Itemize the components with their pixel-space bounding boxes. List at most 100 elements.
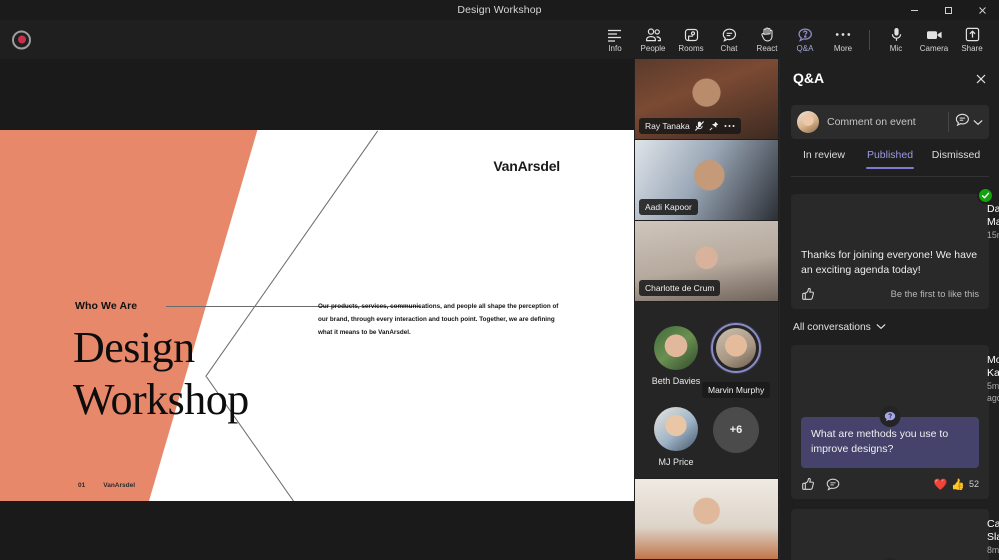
- tab-dismissed[interactable]: Dismissed: [923, 149, 989, 168]
- title-bar: Design Workshop: [0, 0, 999, 20]
- tab-published[interactable]: Published: [857, 149, 923, 169]
- rooms-icon: [684, 26, 699, 43]
- card-meta: Daniela Mandera 15m ago: [987, 203, 999, 241]
- card-actions: Be the first to like this: [801, 287, 979, 301]
- active-speaker-label: Marvin Murphy: [702, 382, 771, 398]
- toolbar-button-camera[interactable]: Camera: [915, 20, 953, 59]
- card-header: Mona Kane 5m ago: [801, 354, 999, 404]
- chat-bubble-icon: [722, 26, 737, 43]
- slide-footer: 01 VanArsdel: [78, 482, 135, 489]
- share-up-arrow-icon: [965, 26, 980, 43]
- mic-muted-icon: [694, 121, 704, 131]
- compose-bubble-icon: [955, 113, 970, 132]
- overflow-participants-badge[interactable]: +6: [713, 407, 759, 453]
- toolbar-button-people[interactable]: People: [634, 20, 672, 59]
- avatar: [797, 111, 819, 133]
- reply-bubble-icon[interactable]: [826, 478, 840, 491]
- toolbar-button-share[interactable]: Share: [953, 20, 991, 59]
- avatar-label-mj-price: MJ Price: [658, 457, 694, 467]
- video-tile-charlotte-de-crum[interactable]: Charlotte de Crum: [635, 221, 778, 301]
- video-tile-aadi-kapoor[interactable]: Aadi Kapoor: [635, 140, 778, 220]
- teams-meeting-window: Design Workshop Info People Rooms Chat R…: [0, 0, 999, 560]
- maximize-icon[interactable]: [931, 0, 965, 20]
- meeting-stage: VanArsdel Who We Are Design Workshop Our…: [0, 59, 634, 560]
- qa-icon: [797, 26, 813, 43]
- thumbs-up-outline-icon[interactable]: [801, 287, 815, 301]
- participant-name: Aadi Kapoor: [645, 202, 692, 212]
- info-lines-icon: [607, 26, 623, 43]
- slide-body-text: Our products, services, communications, …: [318, 303, 559, 336]
- video-tile-bottom[interactable]: [635, 479, 778, 559]
- avatar-grid-tile: Beth Davies Marvin Murphy MJ Price +6: [635, 302, 778, 478]
- toolbar-label-react: React: [756, 44, 778, 53]
- toolbar-label-more: More: [833, 44, 853, 53]
- composer-divider: [948, 112, 949, 132]
- avatar[interactable]: [654, 407, 698, 451]
- avatar[interactable]: [716, 328, 756, 368]
- timestamp: 5m ago: [987, 381, 999, 403]
- question-bubble: What are methods you use to improve desi…: [801, 406, 979, 468]
- toolbar-label-mic: Mic: [889, 44, 903, 53]
- video-nameplate: Ray Tanaka: [639, 118, 741, 134]
- toolbar-label-rooms: Rooms: [678, 44, 704, 53]
- author-name: Daniela Mandera: [987, 203, 999, 228]
- slide-kicker: Who We Are: [75, 300, 138, 312]
- participant-name: Ray Tanaka: [645, 121, 690, 131]
- toolbar-button-info[interactable]: Info: [596, 20, 634, 59]
- like-hint: Be the first to like this: [890, 289, 979, 299]
- qa-announcement-card[interactable]: Daniela Mandera 15m ago Thanks for joini…: [791, 187, 999, 309]
- thumbs-up-outline-icon[interactable]: [801, 477, 815, 491]
- toolbar-button-mic[interactable]: Mic: [877, 20, 915, 59]
- author-name: Mona Kane: [987, 354, 999, 379]
- camera-icon: [926, 26, 943, 43]
- video-nameplate: Charlotte de Crum: [639, 280, 721, 296]
- author-name: Carlos Slattery: [987, 518, 999, 543]
- avatar[interactable]: [654, 326, 698, 370]
- qa-composer-placeholder: Comment on event: [827, 116, 916, 128]
- toolbar-button-chat[interactable]: Chat: [710, 20, 748, 59]
- participant-more-icon[interactable]: [724, 124, 735, 128]
- qa-question-card-mona-kane[interactable]: Mona Kane 5m ago: [791, 345, 999, 499]
- minimize-icon[interactable]: [897, 0, 931, 20]
- qa-question-card-carlos-slattery[interactable]: Carlos Slattery 8m ago: [791, 509, 999, 560]
- qa-tabs: In review Published Dismissed: [791, 149, 989, 177]
- qa-panel-header: Q&A: [780, 59, 999, 97]
- toolbar-button-react[interactable]: React: [748, 20, 786, 59]
- reaction-summary[interactable]: ❤️ 👍 52: [934, 478, 979, 491]
- timestamp: 15m ago: [987, 230, 999, 240]
- qa-composer[interactable]: Comment on event: [791, 105, 989, 139]
- meeting-toolbar: Info People Rooms Chat React Q&A More Mi…: [0, 20, 999, 59]
- reaction-thumbsup: 👍: [951, 478, 965, 491]
- card-actions: ❤️ 👍 52: [801, 477, 979, 491]
- tab-in-review[interactable]: In review: [791, 149, 857, 168]
- chevron-down-icon: [876, 322, 886, 333]
- window-controls: [897, 0, 999, 20]
- card-meta: Mona Kane 5m ago: [987, 354, 999, 404]
- toolbar-actions: Info People Rooms Chat React Q&A More Mi…: [596, 20, 991, 59]
- qa-conversation-list[interactable]: Daniela Mandera 15m ago Thanks for joini…: [780, 184, 999, 560]
- shared-slide[interactable]: VanArsdel Who We Are Design Workshop Our…: [0, 130, 634, 501]
- qa-composer-compose-button[interactable]: [955, 113, 983, 132]
- toolbar-button-more[interactable]: More: [824, 20, 862, 59]
- reaction-heart: ❤️: [933, 478, 948, 491]
- card-meta: Carlos Slattery 8m ago: [987, 518, 999, 556]
- question-text: What are methods you use to improve desi…: [811, 428, 949, 455]
- close-icon[interactable]: [972, 70, 990, 88]
- qa-conversation-filter[interactable]: All conversations: [793, 322, 886, 333]
- card-header: Daniela Mandera 15m ago: [801, 203, 999, 241]
- video-nameplate: Aadi Kapoor: [639, 199, 698, 215]
- video-feed: [635, 479, 778, 559]
- toolbar-button-qa[interactable]: Q&A: [786, 20, 824, 59]
- participant-rail: Ray Tanaka Aadi Kapoor Charlotte de Crum…: [634, 59, 779, 560]
- toolbar-label-info: Info: [608, 44, 622, 53]
- toolbar-label-people: People: [640, 44, 666, 53]
- video-tile-ray-tanaka[interactable]: Ray Tanaka: [635, 59, 778, 139]
- toolbar-button-rooms[interactable]: Rooms: [672, 20, 710, 59]
- qa-panel: Q&A Comment on event In review Published…: [779, 59, 999, 560]
- slide-brand-logo: VanArsdel: [493, 158, 560, 174]
- slide-footer-brand: VanArsdel: [103, 482, 136, 489]
- pin-icon: [709, 121, 719, 131]
- slide-headline-line2: Workshop: [73, 375, 249, 424]
- qa-panel-title: Q&A: [793, 70, 825, 86]
- close-icon[interactable]: [965, 0, 999, 20]
